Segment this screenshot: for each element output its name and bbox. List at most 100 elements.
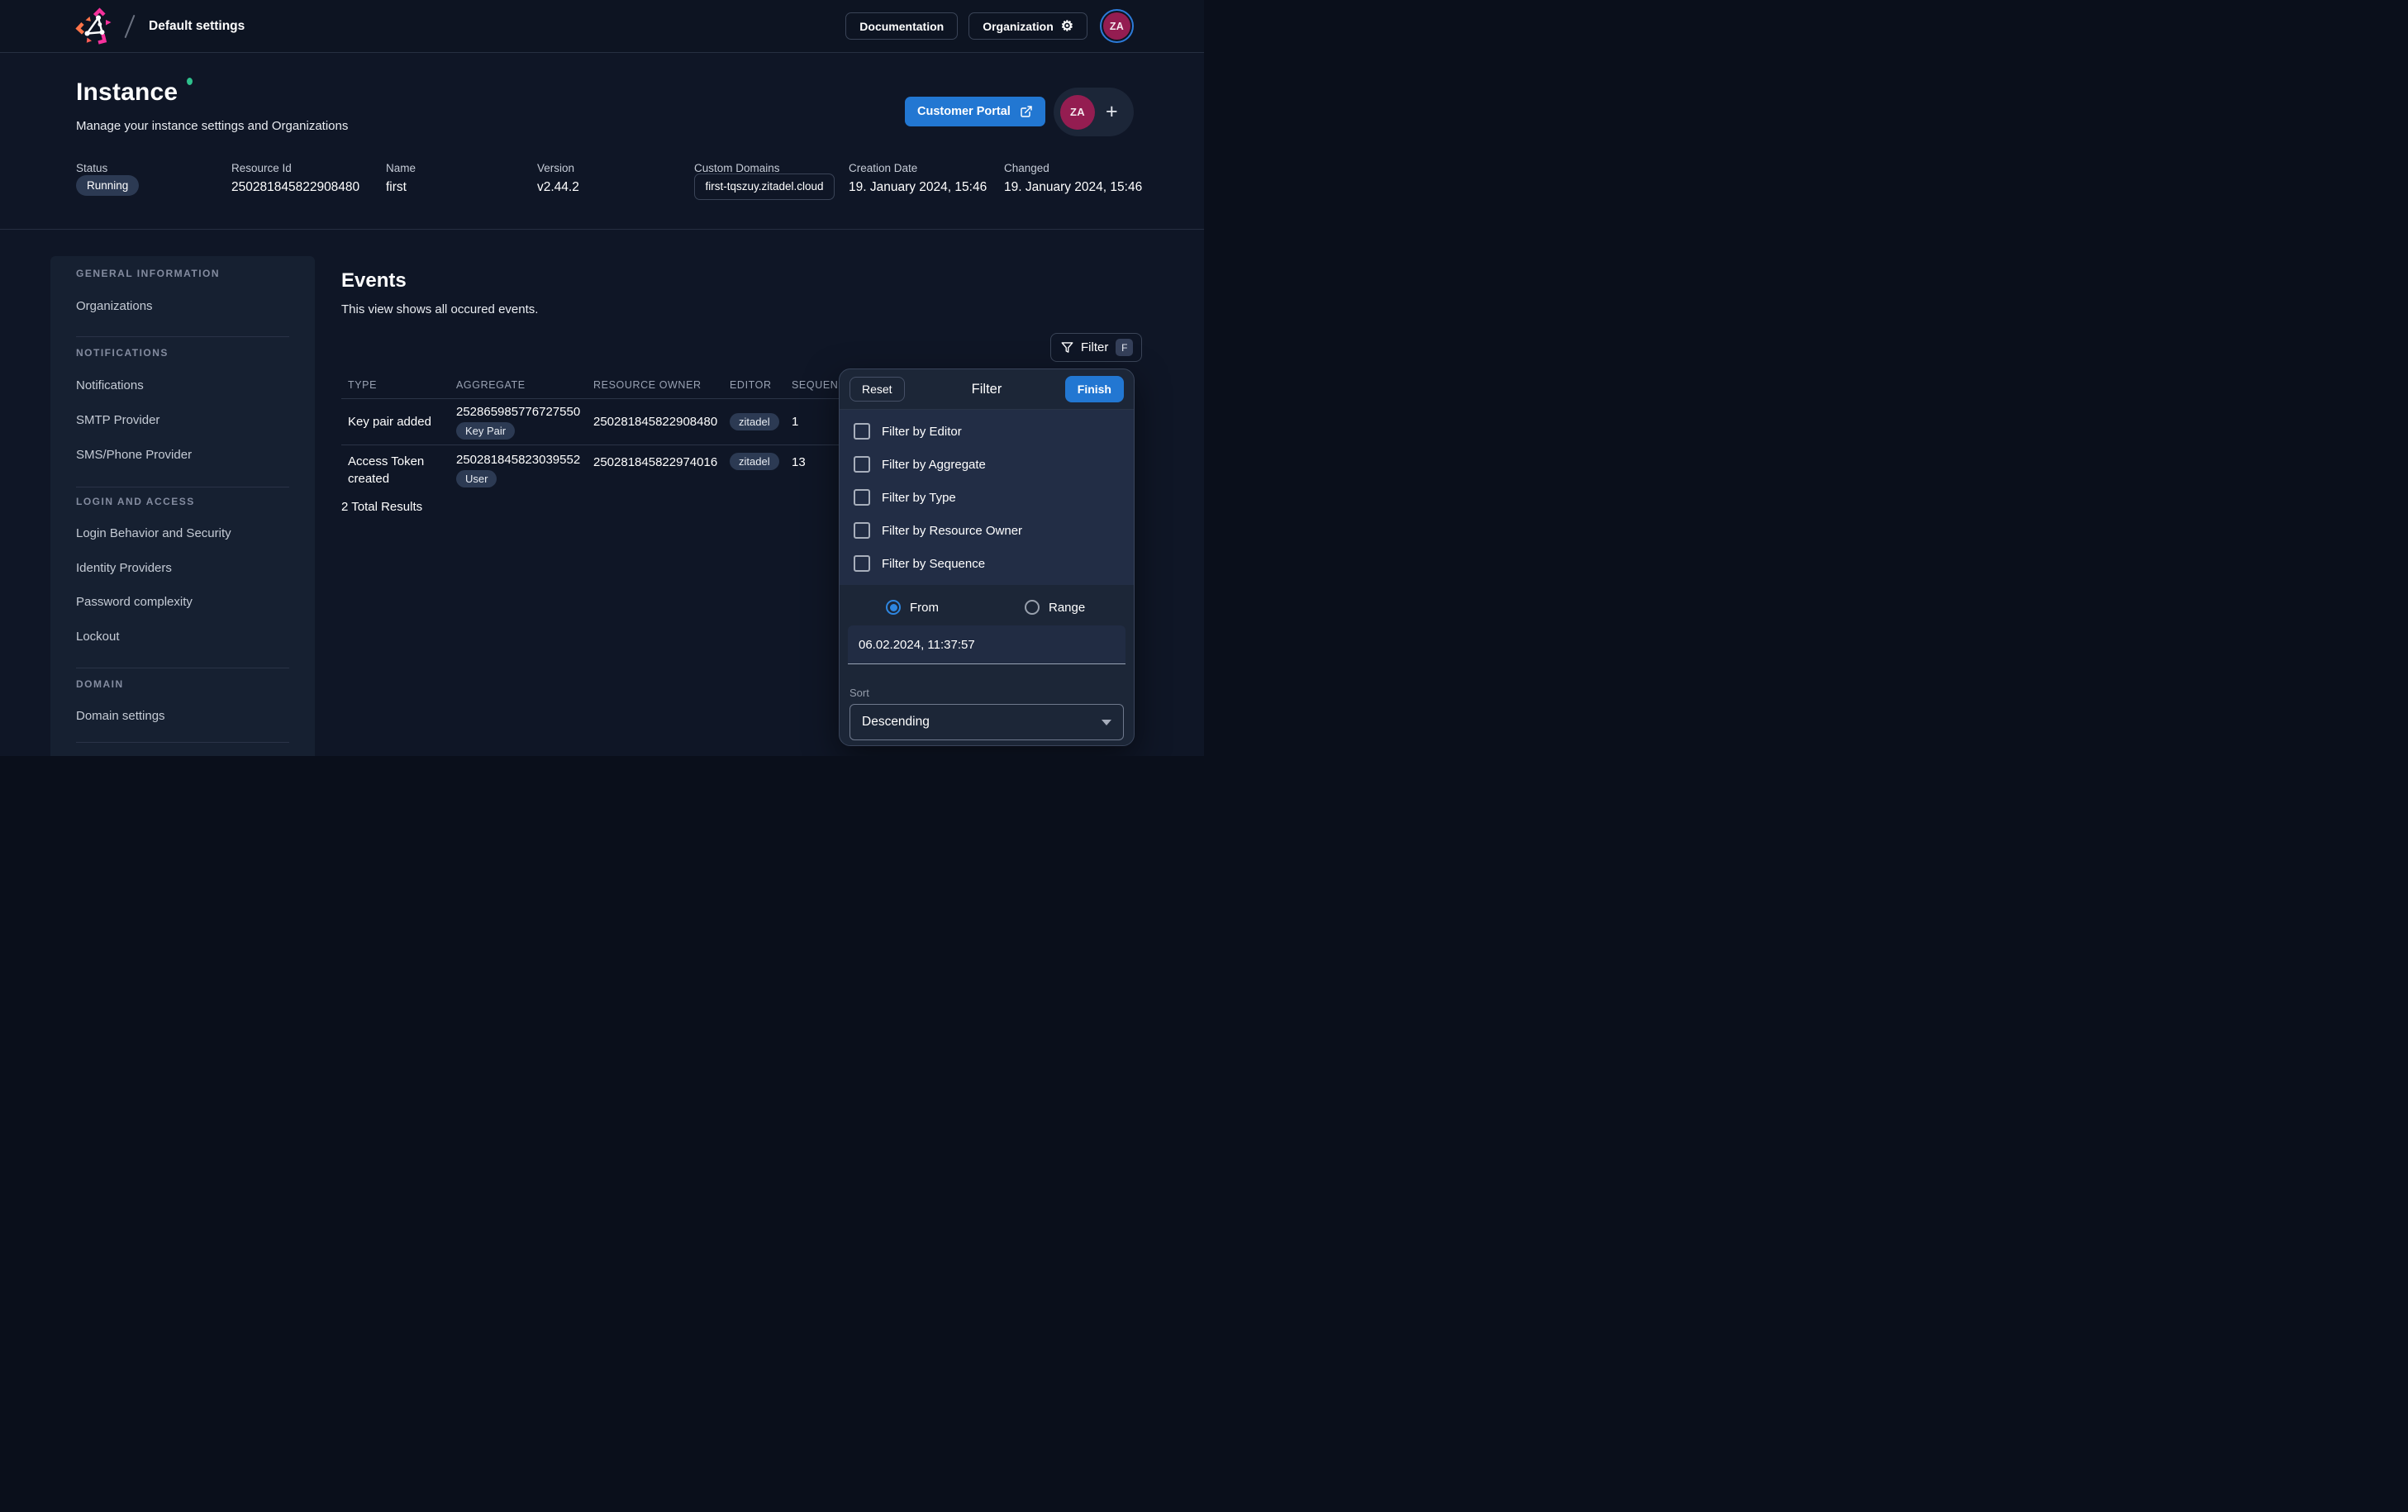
sidebar-item-sms-phone-provider[interactable]: SMS/Phone Provider bbox=[76, 448, 192, 462]
event-aggregate-cell: 252865985776727550 Key Pair bbox=[456, 405, 593, 440]
sidebar-item-domain-settings[interactable]: Domain settings bbox=[76, 709, 165, 723]
section-divider bbox=[0, 229, 1204, 230]
external-link-icon bbox=[1020, 105, 1033, 118]
name-label: Name bbox=[386, 162, 416, 174]
radio-dot-icon bbox=[890, 604, 897, 611]
sort-select[interactable]: Descending bbox=[849, 704, 1124, 740]
organization-label: Organization bbox=[983, 20, 1054, 33]
customer-portal-label: Customer Portal bbox=[917, 105, 1011, 118]
instance-avatar[interactable]: ZA bbox=[1060, 95, 1095, 130]
checkbox-label: Filter by Resource Owner bbox=[882, 524, 1022, 538]
checkbox-icon[interactable] bbox=[854, 522, 870, 539]
finish-button[interactable]: Finish bbox=[1065, 376, 1124, 402]
version-value: v2.44.2 bbox=[537, 180, 579, 195]
checkbox-label: Filter by Type bbox=[882, 491, 956, 505]
top-actions: Documentation Organization ⚙ ZA bbox=[845, 9, 1134, 43]
column-header-aggregate: AGGREGATE bbox=[456, 379, 593, 391]
top-bar: Default settings Documentation Organizat… bbox=[0, 0, 1204, 53]
custom-domain-chip: first-tqszuy.zitadel.cloud bbox=[694, 174, 835, 200]
avatar-initials: ZA bbox=[1103, 12, 1130, 40]
checkbox-row-filter-by-type[interactable]: Filter by Type bbox=[840, 481, 1134, 514]
user-avatar[interactable]: ZA bbox=[1100, 9, 1134, 43]
sort-select-value: Descending bbox=[862, 715, 930, 730]
organization-button[interactable]: Organization ⚙ bbox=[968, 12, 1087, 40]
total-results: 2 Total Results bbox=[341, 500, 422, 514]
range-radio[interactable] bbox=[1025, 600, 1040, 615]
resource-id-value: 250281845822908480 bbox=[231, 180, 359, 195]
filter-checkbox-list: Filter by Editor Filter by Aggregate Fil… bbox=[840, 410, 1134, 585]
instance-avatar-group[interactable]: ZA + bbox=[1054, 88, 1134, 136]
aggregate-id: 252865985776727550 bbox=[456, 405, 580, 419]
checkbox-row-filter-by-sequence[interactable]: Filter by Sequence bbox=[840, 547, 1134, 580]
table-row[interactable]: Key pair added 252865985776727550 Key Pa… bbox=[341, 399, 840, 445]
checkbox-icon[interactable] bbox=[854, 489, 870, 506]
sidebar-group-login-and-access: LOGIN AND ACCESS bbox=[76, 496, 195, 507]
sidebar-divider bbox=[76, 336, 289, 337]
column-header-editor: EDITOR bbox=[730, 379, 792, 391]
zitadel-logo-icon[interactable] bbox=[74, 7, 114, 45]
resource-id-label: Resource Id bbox=[231, 162, 292, 174]
column-header-sequence: SEQUENCE bbox=[792, 379, 840, 391]
from-radio-label: From bbox=[910, 601, 939, 615]
aggregate-type-chip: User bbox=[456, 470, 497, 487]
sequence-cell: 1 bbox=[792, 415, 840, 429]
chevron-down-icon bbox=[1102, 720, 1111, 725]
events-title: Events bbox=[341, 269, 407, 292]
filter-panel: Filter Reset Finish Filter by Editor Fil… bbox=[839, 368, 1135, 746]
sidebar-item-lockout[interactable]: Lockout bbox=[76, 630, 120, 644]
sidebar-item-login-behavior[interactable]: Login Behavior and Security bbox=[76, 526, 231, 540]
from-radio[interactable] bbox=[886, 600, 901, 615]
sidebar-item-smtp-provider[interactable]: SMTP Provider bbox=[76, 413, 159, 427]
event-type-cell: Access Token created bbox=[341, 453, 456, 487]
creation-date-value: 19. January 2024, 15:46 bbox=[849, 180, 987, 195]
add-instance-button[interactable]: + bbox=[1106, 102, 1118, 122]
events-description: This view shows all occured events. bbox=[341, 302, 538, 316]
filter-button[interactable]: Filter F bbox=[1050, 333, 1142, 362]
editor-chip: zitadel bbox=[730, 413, 779, 430]
sequence-cell: 13 bbox=[792, 453, 840, 469]
checkbox-row-filter-by-editor[interactable]: Filter by Editor bbox=[840, 415, 1134, 448]
checkbox-label: Filter by Sequence bbox=[882, 557, 985, 571]
custom-domains-label: Custom Domains bbox=[694, 162, 780, 174]
sidebar-divider bbox=[76, 742, 289, 743]
filter-button-label: Filter bbox=[1081, 340, 1108, 354]
documentation-button[interactable]: Documentation bbox=[845, 12, 958, 40]
checkbox-row-filter-by-resource-owner[interactable]: Filter by Resource Owner bbox=[840, 514, 1134, 547]
filter-shortcut-badge: F bbox=[1116, 339, 1133, 356]
funnel-icon bbox=[1061, 341, 1073, 354]
checkbox-icon[interactable] bbox=[854, 456, 870, 473]
sidebar-group-notifications: NOTIFICATIONS bbox=[76, 347, 169, 359]
reset-button[interactable]: Reset bbox=[849, 377, 905, 402]
checkbox-row-filter-by-aggregate[interactable]: Filter by Aggregate bbox=[840, 448, 1134, 481]
page-title: Instance bbox=[76, 78, 193, 107]
changed-value: 19. January 2024, 15:46 bbox=[1004, 180, 1142, 195]
events-table-header: TYPE AGGREGATE RESOURCE OWNER EDITOR SEQ… bbox=[341, 372, 840, 399]
checkbox-icon[interactable] bbox=[854, 555, 870, 572]
date-mode-radio-group: From Range bbox=[886, 600, 1134, 615]
column-header-type: TYPE bbox=[341, 379, 456, 391]
editor-chip: zitadel bbox=[730, 453, 779, 470]
filter-panel-header: Filter Reset Finish bbox=[840, 369, 1134, 409]
range-radio-label: Range bbox=[1049, 601, 1085, 615]
sidebar-group-general-information: GENERAL INFORMATION bbox=[76, 268, 220, 279]
sidebar-item-notifications[interactable]: Notifications bbox=[76, 378, 144, 392]
settings-sidebar: GENERAL INFORMATION Organizations NOTIFI… bbox=[50, 256, 315, 756]
sidebar-group-domain: DOMAIN bbox=[76, 678, 124, 690]
gear-icon: ⚙ bbox=[1061, 19, 1073, 33]
editor-cell: zitadel bbox=[730, 413, 792, 430]
event-aggregate-cell: 250281845823039552 User bbox=[456, 453, 593, 487]
checkbox-icon[interactable] bbox=[854, 423, 870, 440]
customer-portal-button[interactable]: Customer Portal bbox=[905, 97, 1045, 126]
sidebar-item-identity-providers[interactable]: Identity Providers bbox=[76, 561, 172, 575]
date-input[interactable]: 06.02.2024, 11:37:57 bbox=[848, 625, 1125, 664]
changed-label: Changed bbox=[1004, 162, 1049, 174]
status-dot-icon bbox=[187, 78, 193, 85]
checkbox-label: Filter by Editor bbox=[882, 425, 962, 439]
sidebar-item-password-complexity[interactable]: Password complexity bbox=[76, 595, 193, 609]
breadcrumb: Default settings bbox=[149, 19, 245, 34]
table-row[interactable]: Access Token created 250281845823039552 … bbox=[341, 445, 840, 504]
column-header-resource-owner: RESOURCE OWNER bbox=[593, 379, 730, 391]
sidebar-item-organizations[interactable]: Organizations bbox=[76, 299, 153, 313]
creation-date-label: Creation Date bbox=[849, 162, 917, 174]
editor-cell: zitadel bbox=[730, 453, 792, 470]
